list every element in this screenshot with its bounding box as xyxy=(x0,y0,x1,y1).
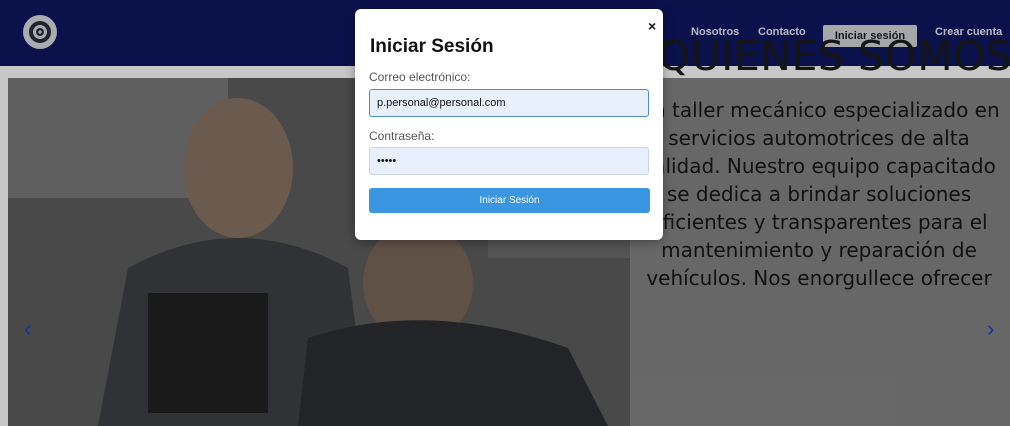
password-label: Contraseña: xyxy=(369,129,435,143)
modal-title: Iniciar Sesión xyxy=(370,36,494,57)
email-field[interactable]: p.personal@personal.com xyxy=(369,89,649,117)
login-submit-button[interactable]: Iniciar Sesión xyxy=(369,188,650,213)
login-modal: × Iniciar Sesión Correo electrónico: p.p… xyxy=(355,9,663,240)
password-field[interactable]: ••••• xyxy=(369,147,649,175)
email-label: Correo electrónico: xyxy=(369,70,471,84)
close-icon[interactable]: × xyxy=(648,18,656,34)
